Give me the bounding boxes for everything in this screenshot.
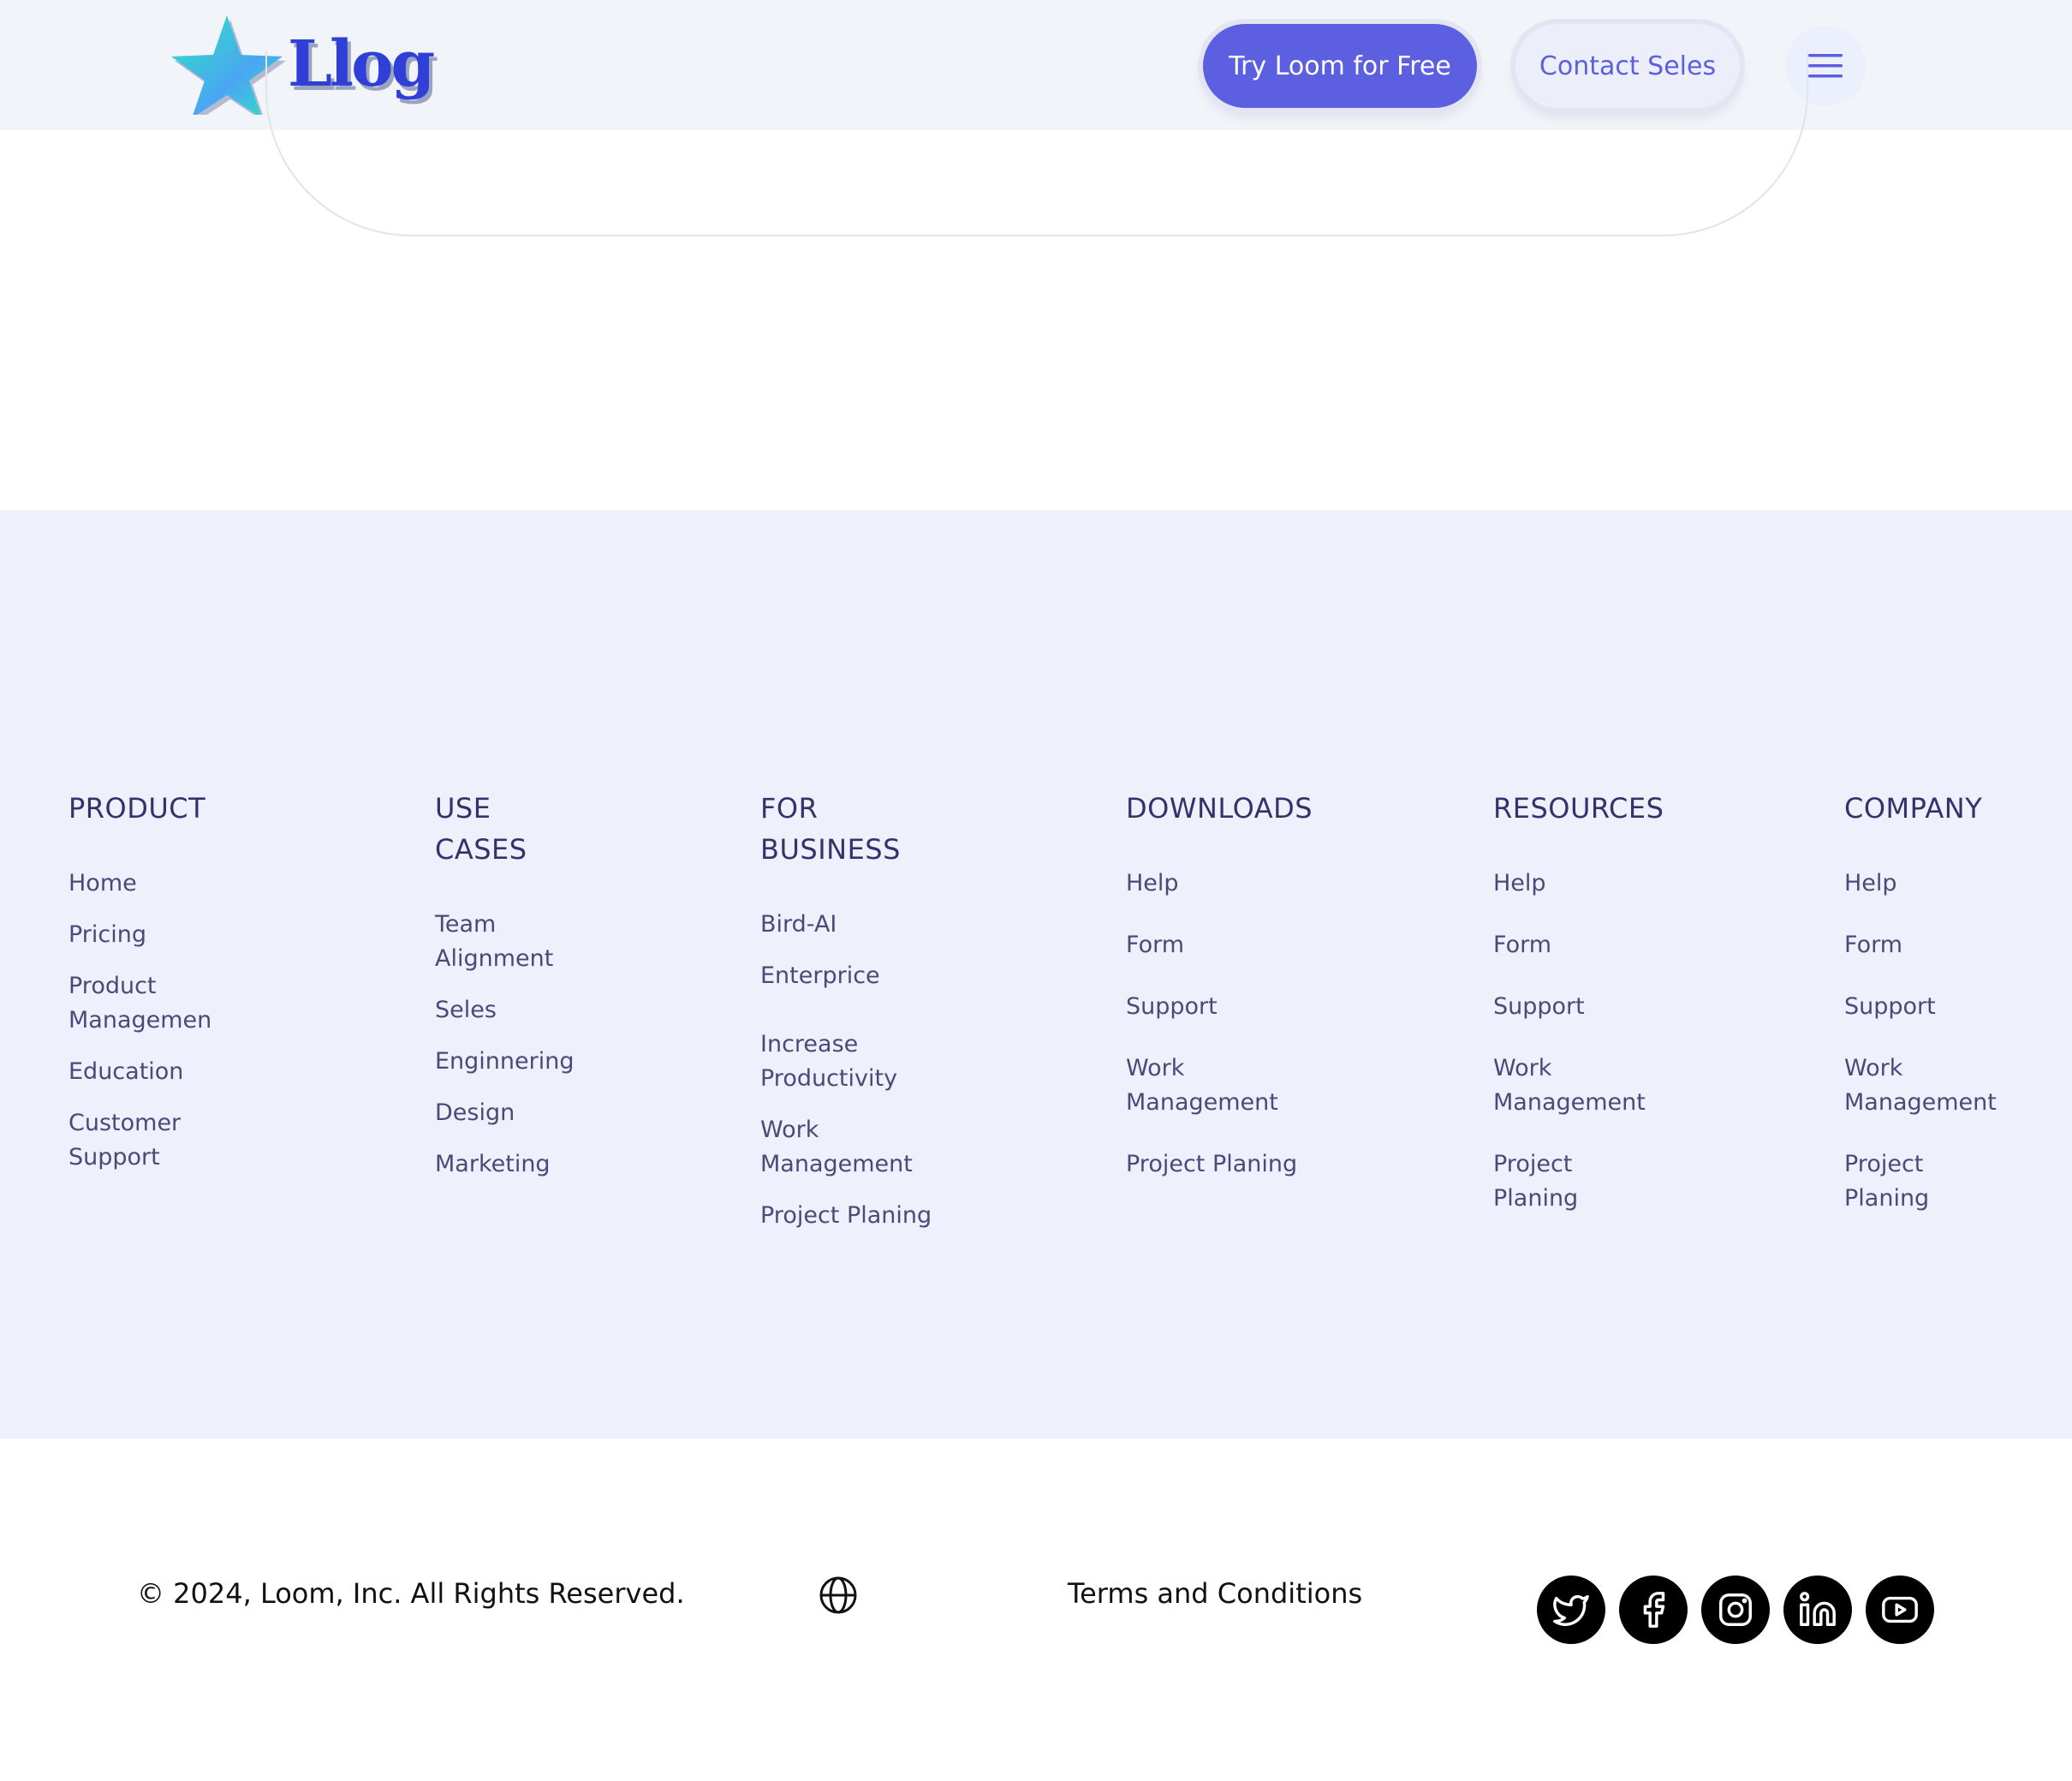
footer-link-project-planning[interactable]: Project Planing	[1844, 1147, 1997, 1216]
footer-column-downloads: DOWNLOADS Help Form Support Work Manageme…	[1126, 788, 1313, 1182]
footer-column-title: FOR BUSINESS	[760, 792, 901, 866]
footer-link-project-planning[interactable]: Project Planing	[1493, 1147, 1664, 1216]
footer-links-section: PRODUCT Home Pricing Product Managemen Ed…	[0, 510, 2072, 1438]
copyright-text: © 2024, Loom, Inc. All Rights Reserved.	[137, 1577, 685, 1610]
hamburger-menu-icon	[1808, 54, 1843, 78]
footer-link-sales[interactable]: Seles	[435, 993, 575, 1028]
footer-link-project-planning[interactable]: Project Planing	[1126, 1147, 1313, 1182]
hero-section-outline	[265, 51, 1808, 236]
footer-column-resources: RESOURCES Help Form Support Work Manageme…	[1493, 788, 1664, 1216]
footer-column-product: PRODUCT Home Pricing Product Managemen Ed…	[68, 788, 211, 1175]
footer-column-title: PRODUCT	[68, 788, 211, 829]
footer-column-title: COMPANY	[1844, 792, 1983, 825]
footer-link-education[interactable]: Education	[68, 1055, 211, 1089]
footer-link-form[interactable]: Form	[1493, 928, 1664, 962]
footer-link-enterprise[interactable]: Enterprice	[760, 959, 932, 993]
footer-link-help[interactable]: Help	[1844, 867, 1997, 901]
footer-column-title: USE CASES	[435, 792, 527, 866]
footer-bottom-bar: © 2024, Loom, Inc. All Rights Reserved. …	[0, 1438, 2072, 1781]
terms-link[interactable]: Terms and Conditions	[1068, 1577, 1362, 1610]
footer-link-form[interactable]: Form	[1844, 928, 1997, 962]
footer-column-for-business: FOR BUSINESS Bird-AI Enterprice Increase…	[760, 788, 932, 1233]
footer-link-project-planning[interactable]: Project Planing	[760, 1199, 932, 1233]
footer-column-title: RESOURCES	[1493, 792, 1664, 825]
footer-link-work-management[interactable]: Work Management	[1126, 1051, 1313, 1120]
footer-column-company: COMPANY Help Form Support Work Management…	[1844, 788, 1997, 1216]
footer-link-design[interactable]: Design	[435, 1096, 575, 1130]
footer-link-team-alignment[interactable]: Team Alignment	[435, 908, 575, 976]
footer-link-support[interactable]: Support	[1126, 990, 1313, 1024]
footer-link-engineering[interactable]: Enginnering	[435, 1045, 575, 1079]
footer-link-home[interactable]: Home	[68, 867, 211, 901]
footer-link-work-management[interactable]: Work Management	[1844, 1051, 1997, 1120]
footer-column-title: DOWNLOADS	[1126, 792, 1313, 825]
footer-link-work-management[interactable]: Work Management	[1493, 1051, 1664, 1120]
globe-icon[interactable]	[819, 1576, 858, 1615]
linkedin-icon[interactable]	[1783, 1576, 1852, 1644]
footer-link-marketing[interactable]: Marketing	[435, 1147, 575, 1182]
twitter-icon[interactable]	[1537, 1576, 1605, 1644]
footer-link-work-management[interactable]: Work Management	[760, 1113, 932, 1182]
youtube-icon[interactable]	[1866, 1576, 1934, 1644]
footer-link-pricing[interactable]: Pricing	[68, 918, 211, 952]
footer-link-bird-ai[interactable]: Bird-AI	[760, 908, 932, 942]
footer-link-product-management[interactable]: Product Managemen	[68, 969, 211, 1038]
footer-link-help[interactable]: Help	[1126, 867, 1313, 901]
instagram-icon[interactable]	[1701, 1576, 1770, 1644]
footer-link-customer-support[interactable]: Customer Support	[68, 1106, 211, 1175]
column-title-line: PRODUCT	[68, 792, 206, 825]
footer-link-help[interactable]: Help	[1493, 867, 1664, 901]
footer-link-form[interactable]: Form	[1126, 928, 1313, 962]
footer-column-use-cases: USE CASES Team Alignment Seles Enginnerin…	[435, 788, 575, 1182]
footer-link-increase-productivity[interactable]: Increase Productivity	[760, 1028, 932, 1096]
footer-link-support[interactable]: Support	[1493, 990, 1664, 1024]
footer-link-support[interactable]: Support	[1844, 990, 1997, 1024]
facebook-icon[interactable]	[1619, 1576, 1688, 1644]
